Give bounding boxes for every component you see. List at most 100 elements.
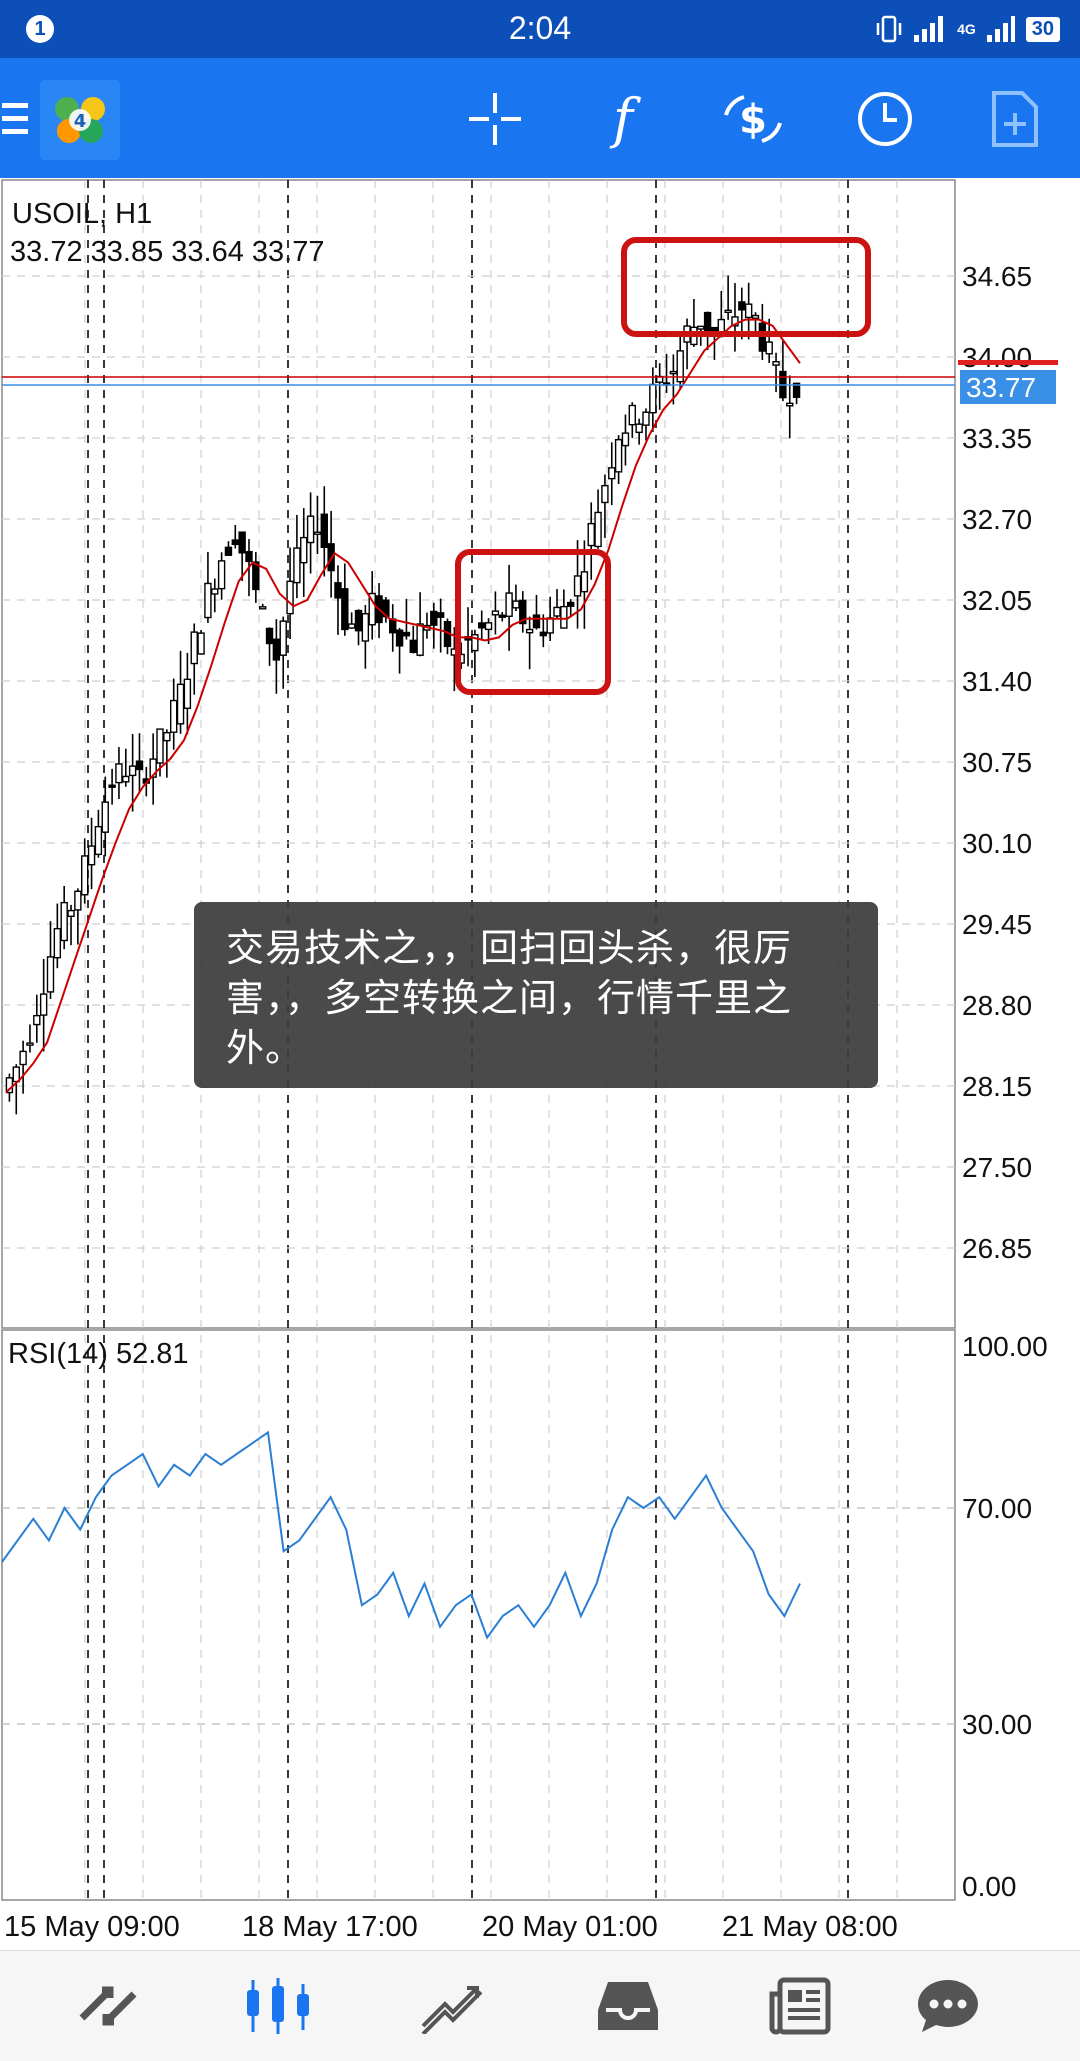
candle-body bbox=[183, 678, 192, 709]
nav-chart[interactable] bbox=[238, 1971, 318, 2041]
candle-body bbox=[560, 605, 568, 629]
candle-body bbox=[122, 775, 130, 783]
candle-body bbox=[176, 683, 185, 725]
candle-body bbox=[566, 601, 575, 607]
candle-body bbox=[156, 728, 164, 764]
candle-body bbox=[46, 956, 55, 993]
indicators-icon: f bbox=[609, 89, 641, 149]
candle-body bbox=[539, 631, 548, 637]
candle-body bbox=[532, 614, 541, 629]
candle-body bbox=[211, 588, 219, 595]
nav-history[interactable] bbox=[588, 1971, 668, 2041]
symbols-icon: $ bbox=[724, 95, 782, 143]
rsi-line bbox=[1, 1430, 801, 1640]
candle-body bbox=[163, 731, 171, 742]
status-icons: 4G 30 bbox=[875, 14, 1060, 44]
nav-trade[interactable] bbox=[412, 1971, 492, 2041]
metatrader-logo[interactable]: 4 bbox=[40, 80, 120, 160]
candle-body bbox=[621, 432, 630, 447]
candle-body bbox=[60, 901, 68, 942]
candle-body bbox=[115, 763, 123, 784]
nav-chat[interactable] bbox=[908, 1971, 988, 2041]
candle-body bbox=[272, 638, 281, 661]
battery-indicator: 30 bbox=[1025, 16, 1060, 42]
candle-body bbox=[587, 522, 595, 547]
candle-body bbox=[751, 314, 760, 319]
candle-body bbox=[354, 609, 363, 632]
candle-body bbox=[525, 628, 534, 634]
candle-body bbox=[402, 631, 411, 637]
candle-body bbox=[395, 629, 404, 647]
candle-body bbox=[67, 909, 75, 918]
candle-body bbox=[642, 411, 650, 426]
candle-body bbox=[128, 765, 137, 777]
candle-body bbox=[703, 311, 712, 333]
menu-button[interactable] bbox=[0, 86, 30, 152]
signal-icon-2 bbox=[986, 16, 1015, 42]
time-axis-label: 18 May 17:00 bbox=[242, 1911, 418, 1943]
nav-quotes[interactable] bbox=[68, 1971, 148, 2041]
price-tick-label: 34.00 bbox=[962, 342, 1032, 373]
trade-icon bbox=[421, 1986, 483, 2034]
candle-body bbox=[306, 515, 315, 544]
price-tag-label: 33.77 bbox=[966, 372, 1036, 403]
time-axis-label: 21 May 08:00 bbox=[722, 1911, 898, 1943]
candle-body bbox=[765, 341, 773, 355]
candle-body bbox=[758, 322, 767, 352]
rsi-label: RSI(14) 52.81 bbox=[8, 1338, 189, 1370]
candle-body bbox=[217, 560, 226, 590]
candle-body bbox=[231, 539, 240, 546]
candle-body bbox=[389, 618, 397, 634]
candle-body bbox=[498, 614, 506, 618]
candle-body bbox=[416, 623, 424, 656]
candle-body bbox=[436, 612, 445, 618]
chart-symbol-label: USOIL, H1 bbox=[12, 198, 153, 230]
candle-body bbox=[81, 855, 89, 896]
candle-body bbox=[786, 402, 794, 407]
symbols-button[interactable]: $ bbox=[720, 86, 786, 152]
indicators-button[interactable]: f bbox=[590, 86, 656, 152]
candle-body bbox=[320, 513, 328, 549]
bottom-nav bbox=[0, 1950, 1080, 2061]
svg-text:$: $ bbox=[739, 97, 767, 143]
chat-icon bbox=[918, 1980, 978, 2032]
crosshair-icon bbox=[469, 93, 521, 145]
metatrader-logo-icon: 4 bbox=[55, 97, 105, 143]
candle-body bbox=[553, 606, 561, 617]
candle-body bbox=[286, 580, 294, 615]
candle-body bbox=[245, 550, 253, 563]
price-tick-label: 28.80 bbox=[962, 990, 1032, 1021]
candle-body bbox=[669, 370, 678, 375]
candle-body bbox=[505, 592, 513, 617]
candle-body bbox=[608, 467, 616, 480]
menu-icon bbox=[2, 103, 28, 134]
candle-body bbox=[108, 784, 116, 788]
chart-icon bbox=[247, 1978, 309, 2034]
new-order-button[interactable] bbox=[982, 86, 1048, 152]
candle-body bbox=[697, 325, 705, 330]
candle-body bbox=[313, 531, 322, 535]
candle-body bbox=[87, 845, 96, 866]
ask-price-marker bbox=[958, 360, 1058, 365]
candle-body bbox=[39, 993, 48, 1016]
candle-body bbox=[594, 511, 602, 548]
app-toolbar: 4 f $ bbox=[0, 58, 1080, 178]
nav-news[interactable] bbox=[760, 1971, 840, 2041]
candle-body bbox=[409, 639, 417, 653]
price-tick-label: 29.45 bbox=[962, 909, 1032, 940]
candle-body bbox=[265, 627, 274, 645]
candle-body bbox=[738, 301, 746, 311]
candle-body bbox=[546, 617, 554, 634]
vibrate-icon bbox=[876, 15, 902, 43]
candle-body bbox=[12, 1066, 20, 1083]
candle-body bbox=[94, 825, 103, 856]
chart-ohlc-values: 33.72 33.85 33.64 33.77 bbox=[10, 236, 325, 268]
timeframe-button[interactable] bbox=[852, 86, 918, 152]
quotes-icon bbox=[79, 1986, 137, 2026]
price-tick-label: 30.10 bbox=[962, 828, 1032, 859]
rsi-tick-label: 100.00 bbox=[962, 1331, 1048, 1362]
candle-body bbox=[649, 383, 657, 414]
news-icon bbox=[769, 1977, 831, 2035]
crosshair-button[interactable] bbox=[462, 86, 528, 152]
svg-text:4: 4 bbox=[74, 111, 87, 132]
